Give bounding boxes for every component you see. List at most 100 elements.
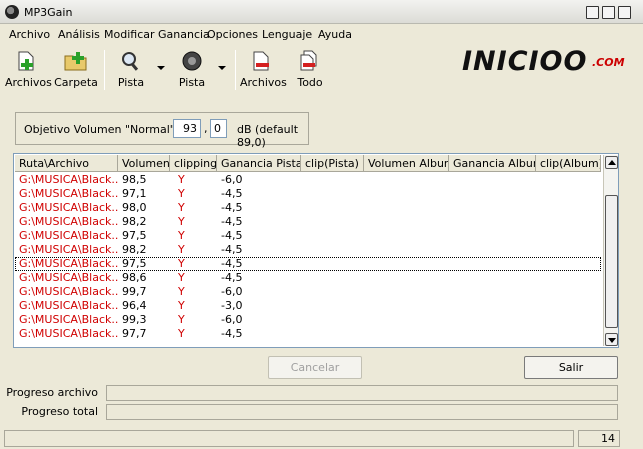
cell-clipping: Y [178,243,185,256]
table-row[interactable]: G:\MUSICA\Black... 98,0 Y -4,5 [15,201,601,215]
cell-volume: 98,2 [122,215,147,228]
add-files-button[interactable]: Archivos [5,48,52,94]
cell-clipping: Y [178,299,185,312]
cell-volume: 97,5 [122,229,147,242]
scroll-up-button[interactable] [605,156,618,169]
cell-volume: 98,2 [122,243,147,256]
decimal-separator: , [204,122,208,135]
arrow-up-icon [608,160,616,165]
clear-all-button[interactable]: Todo [292,48,328,94]
cell-clipping: Y [178,327,185,340]
target-volume-unit: dB (default 89,0) [237,123,299,149]
target-volume-group: Objetivo Volumen "Normal": 93 , 0 dB (de… [15,112,309,149]
brand-logo: INICIOO .COM [462,46,632,77]
table-row[interactable]: G:\MUSICA\Black... 97,1 Y -4,5 [15,187,601,201]
cell-track-gain: -4,5 [221,201,243,214]
table-row[interactable]: G:\MUSICA\Black... 99,7 Y -6,0 [15,285,601,299]
table-row[interactable]: G:\MUSICA\Black... 98,2 Y -4,5 [15,215,601,229]
vertical-scrollbar[interactable] [603,155,618,346]
table-row[interactable]: G:\MUSICA\Black... 97,5 Y -4,5 [15,229,601,243]
track-analysis-label: Pista [117,76,145,89]
menu-analisis[interactable]: Análisis [58,28,100,41]
table-row[interactable]: G:\MUSICA\Black... 97,7 Y -4,5 [15,327,601,341]
menu-archivo[interactable]: Archivo [9,28,50,41]
track-analysis-dropdown-icon[interactable] [157,66,165,70]
cell-path: G:\MUSICA\Black... [19,313,118,326]
cell-track-gain: -6,0 [221,313,243,326]
cell-path: G:\MUSICA\Black... [19,285,118,298]
track-analysis-button[interactable]: Pista [113,48,149,94]
table-row[interactable]: G:\MUSICA\Black... 98,2 Y -4,5 [15,243,601,257]
cell-volume: 98,0 [122,201,147,214]
table-row[interactable]: G:\MUSICA\Black... 98,6 Y -4,5 [15,271,601,285]
window-title: MP3Gain [24,6,73,19]
maximize-button[interactable] [602,6,615,19]
total-progress-label: Progreso total [21,405,98,418]
menu-lenguaje[interactable]: Lenguaje [262,28,312,41]
cell-volume: 99,7 [122,285,147,298]
cell-track-gain: -4,5 [221,257,243,270]
cancel-button[interactable]: Cancelar [268,356,362,379]
column-header-album-clip[interactable]: clip(Album) [536,155,601,172]
column-header-album-volume[interactable]: Volumen Album [364,155,449,172]
file-progress-label: Progreso archivo [6,386,98,399]
column-header-clipping[interactable]: clipping [170,155,217,172]
cell-path: G:\MUSICA\Black... [19,173,118,186]
file-count: 14 [578,430,620,447]
menu-opciones[interactable]: Opciones [207,28,258,41]
cell-volume: 97,7 [122,327,147,340]
logo-main-text: INICIOO [462,46,588,77]
cell-path: G:\MUSICA\Black... [19,327,118,340]
table-row[interactable]: G:\MUSICA\Black... 96,4 Y -3,0 [15,299,601,313]
cell-track-gain: -4,5 [221,271,243,284]
cell-track-gain: -4,5 [221,327,243,340]
cell-track-gain: -4,5 [221,243,243,256]
cell-path: G:\MUSICA\Black... [19,257,118,270]
table-row[interactable]: G:\MUSICA\Black... 98,5 Y -6,0 [15,173,601,187]
track-gain-label: Pista [178,76,206,89]
cell-volume: 98,6 [122,271,147,284]
clear-files-button[interactable]: Archivos [240,48,287,94]
column-header-track-gain[interactable]: Ganancia Pista [217,155,301,172]
cell-clipping: Y [178,187,185,200]
track-gain-dropdown-icon[interactable] [218,66,226,70]
scrollbar-thumb[interactable] [605,195,618,328]
speaker-icon [180,50,204,72]
magnifier-icon [119,50,143,72]
cell-volume: 96,4 [122,299,147,312]
column-header-album-gain[interactable]: Ganancia Album [449,155,536,172]
target-volume-integer-input[interactable]: 93 [173,119,201,138]
scroll-down-button[interactable] [605,333,618,346]
cell-path: G:\MUSICA\Black... [19,243,118,256]
menu-ayuda[interactable]: Ayuda [318,28,352,41]
table-row[interactable]: G:\MUSICA\Black... 99,3 Y -6,0 [15,313,601,327]
column-header-path[interactable]: Ruta\Archivo [15,155,118,172]
cell-path: G:\MUSICA\Black... [19,271,118,284]
column-header-track-clip[interactable]: clip(Pista) [301,155,364,172]
file-list[interactable]: Ruta\Archivo Volumen clipping Ganancia P… [13,153,619,348]
cell-path: G:\MUSICA\Black... [19,299,118,312]
menu-bar: Archivo Análisis Modificar Ganancia Opci… [0,26,643,44]
status-message-panel [4,430,574,447]
close-button[interactable] [618,6,631,19]
cell-volume: 97,5 [122,257,147,270]
add-folder-button[interactable]: Carpeta [54,48,98,94]
column-header-volume[interactable]: Volumen [118,155,170,172]
cell-track-gain: -4,5 [221,187,243,200]
arrow-down-icon [608,338,616,343]
cell-clipping: Y [178,313,185,326]
title-bar: MP3Gain [0,0,643,24]
exit-button[interactable]: Salir [524,356,618,379]
cell-path: G:\MUSICA\Black... [19,201,118,214]
minimize-button[interactable] [586,6,599,19]
cell-clipping: Y [178,229,185,242]
target-volume-decimal-input[interactable]: 0 [210,119,227,138]
cell-track-gain: -6,0 [221,285,243,298]
remove-file-icon [250,50,274,72]
total-progress-bar [106,404,618,420]
menu-modificar-ganancia[interactable]: Modificar Ganancia [104,28,210,41]
table-row[interactable]: G:\MUSICA\Black... 97,5 Y -4,5 [15,257,601,271]
track-gain-button[interactable]: Pista [174,48,210,94]
toolbar-separator [104,50,105,90]
cell-clipping: Y [178,173,185,186]
